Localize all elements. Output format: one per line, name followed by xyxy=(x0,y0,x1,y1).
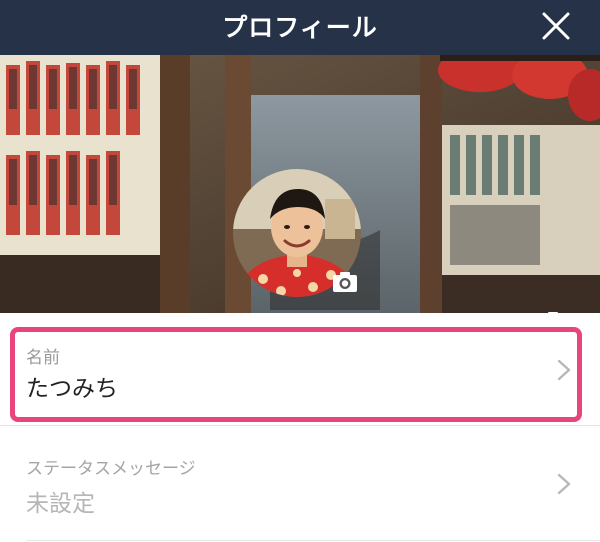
status-message-label: ステータスメッセージ xyxy=(26,459,196,479)
name-field-row[interactable]: 名前 たつみち xyxy=(0,313,600,425)
status-message-row[interactable]: ステータスメッセージ 未設定 xyxy=(0,426,600,542)
cover-photo[interactable] xyxy=(0,55,600,313)
chevron-right-icon xyxy=(557,359,571,381)
name-value: たつみち xyxy=(26,376,118,402)
close-icon[interactable] xyxy=(536,6,576,46)
page-title: プロフィール xyxy=(222,13,378,42)
top-bar: プロフィール xyxy=(0,0,600,55)
status-message-value: 未設定 xyxy=(26,491,95,517)
divider xyxy=(26,540,600,541)
camera-icon[interactable] xyxy=(330,267,360,297)
name-label: 名前 xyxy=(26,348,60,368)
chevron-right-icon xyxy=(557,473,571,495)
